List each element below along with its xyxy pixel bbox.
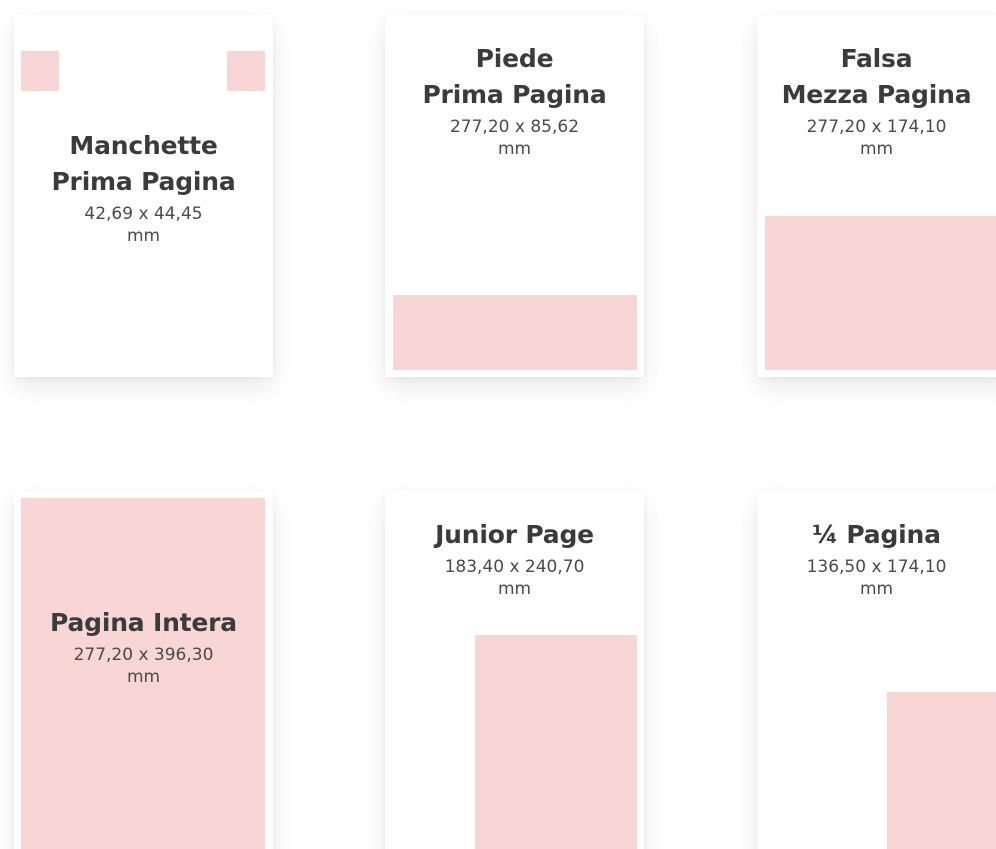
manchette-left-area: [21, 51, 59, 91]
format-dimensions: 42,69 x 44,45 mm: [84, 204, 203, 246]
format-text: ¼ Pagina 136,50 x 174,10 mm: [757, 517, 996, 600]
format-dimensions: 277,20 x 174,10 mm: [806, 117, 947, 159]
format-text: Pagina Intera 277,20 x 396,30 mm: [14, 605, 273, 688]
ad-formats-grid: Manchette Prima Pagina 42,69 x 44,45 mm …: [0, 0, 996, 849]
format-card-manchette: Manchette Prima Pagina 42,69 x 44,45 mm: [14, 15, 273, 377]
format-dimensions: 136,50 x 174,10 mm: [806, 557, 947, 599]
format-dimensions: 277,20 x 85,62 mm: [449, 117, 580, 159]
format-title: Manchette Prima Pagina: [51, 131, 236, 196]
format-title: Pagina Intera: [50, 608, 237, 637]
junior-page-area: [475, 635, 637, 849]
quarter-page-area: [887, 692, 996, 849]
format-text: Manchette Prima Pagina 42,69 x 44,45 mm: [14, 128, 273, 247]
format-text: Piede Prima Pagina 277,20 x 85,62 mm: [385, 41, 644, 160]
format-card-junior-page: Junior Page 183,40 x 240,70 mm: [385, 491, 644, 849]
falsa-mezza-pagina-area: [765, 216, 996, 370]
piede-area: [393, 295, 637, 370]
format-dimensions: 183,40 x 240,70 mm: [444, 557, 585, 599]
manchette-right-area: [227, 51, 265, 91]
format-card-piede: Piede Prima Pagina 277,20 x 85,62 mm: [385, 15, 644, 377]
format-text: Falsa Mezza Pagina 277,20 x 174,10 mm: [757, 41, 996, 160]
format-title: ¼ Pagina: [812, 520, 941, 549]
format-card-pagina-intera: Pagina Intera 277,20 x 396,30 mm: [14, 491, 273, 849]
format-title: Falsa Mezza Pagina: [781, 44, 972, 109]
format-text: Junior Page 183,40 x 240,70 mm: [385, 517, 644, 600]
format-title: Piede Prima Pagina: [422, 44, 607, 109]
format-card-quarter-page: ¼ Pagina 136,50 x 174,10 mm: [757, 491, 996, 849]
format-title: Junior Page: [435, 520, 594, 549]
format-card-falsa-mezza-pagina: Falsa Mezza Pagina 277,20 x 174,10 mm: [757, 15, 996, 377]
format-dimensions: 277,20 x 396,30 mm: [73, 645, 214, 687]
